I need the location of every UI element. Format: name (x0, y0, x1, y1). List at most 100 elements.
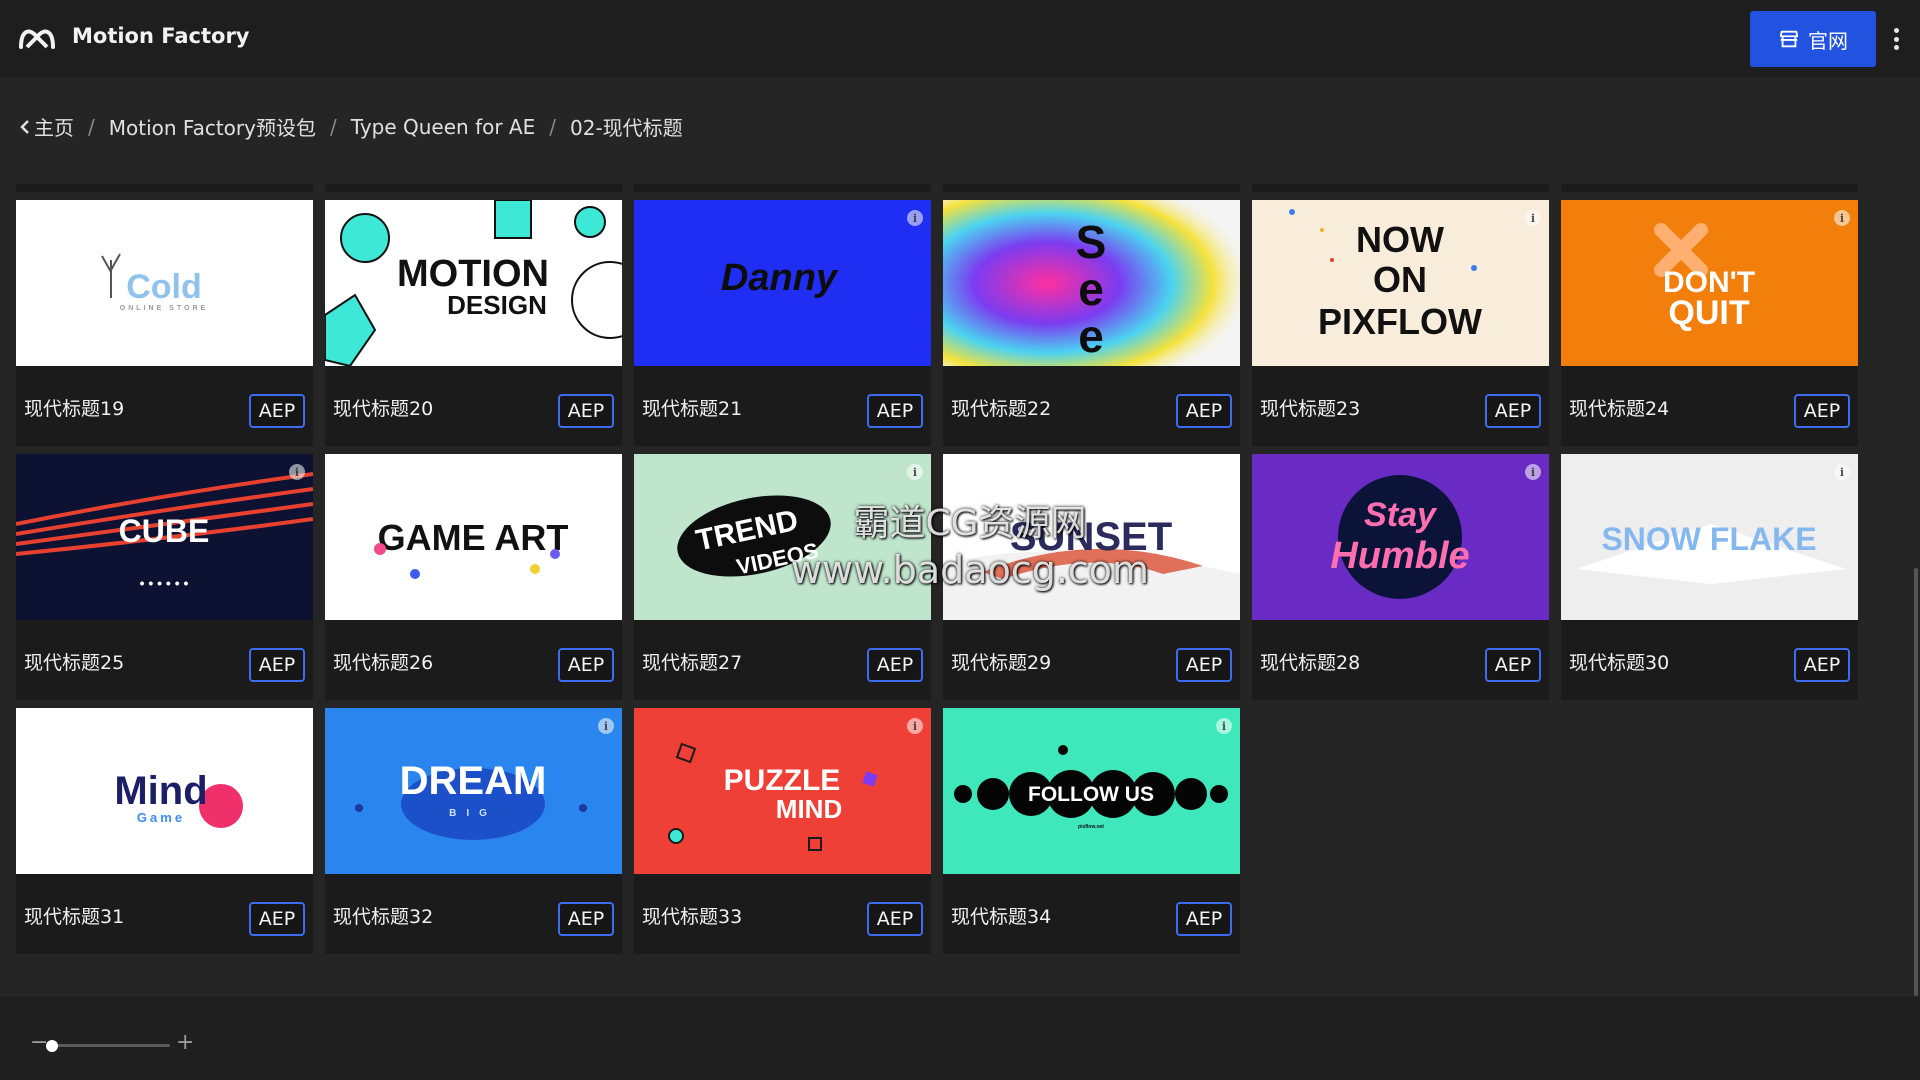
template-thumbnail[interactable]: MOTION DESIGN (325, 200, 622, 366)
scrollbar-thumb[interactable] (1914, 568, 1918, 996)
card-stub (1561, 184, 1858, 192)
card-stub (1252, 184, 1549, 192)
breadcrumb-home[interactable]: 主页 (20, 112, 74, 141)
info-icon[interactable]: i (907, 464, 923, 480)
template-title: 现代标题21 (642, 398, 743, 420)
template-thumbnail[interactable]: SNOW FLAKE (1561, 454, 1858, 620)
svg-text:MIND: MIND (776, 794, 842, 824)
template-card[interactable]: Cold ONLINE STORE 现代标题19 AEP (16, 200, 313, 446)
info-icon[interactable]: i (289, 464, 305, 480)
official-site-button[interactable]: 官网 (1750, 11, 1876, 67)
info-icon[interactable]: i (1216, 718, 1232, 734)
more-menu-icon[interactable] (1886, 24, 1906, 54)
template-title: 现代标题27 (642, 652, 743, 674)
svg-text:Game: Game (137, 810, 185, 825)
template-grid: Cold ONLINE STORE 现代标题19 AEP MOTION DESIGN 现代… (16, 184, 1860, 964)
aep-badge[interactable]: AEP (867, 902, 923, 936)
aep-badge[interactable]: AEP (249, 648, 305, 682)
aep-badge[interactable]: AEP (249, 394, 305, 428)
svg-text:ON: ON (1373, 259, 1427, 300)
card-stub (943, 184, 1240, 192)
template-thumbnail[interactable]: SUNSET (943, 454, 1240, 620)
info-icon[interactable]: i (1525, 210, 1541, 226)
template-thumbnail[interactable]: Danny (634, 200, 931, 366)
aep-badge[interactable]: AEP (558, 902, 614, 936)
template-thumbnail[interactable]: GAME ART (325, 454, 622, 620)
template-card[interactable]: MOTION DESIGN 现代标题20 AEP (325, 200, 622, 446)
template-title: 现代标题32 (333, 906, 434, 928)
svg-text:Danny: Danny (721, 257, 839, 299)
breadcrumb-item-type-queen[interactable]: Type Queen for AE (351, 115, 536, 139)
template-card[interactable]: Mind Game 现代标题31 AEP (16, 708, 313, 954)
aep-badge[interactable]: AEP (1176, 648, 1232, 682)
breadcrumb-separator: / (88, 114, 95, 139)
template-thumbnail[interactable]: Stay Humble (1252, 454, 1549, 620)
template-thumbnail[interactable]: DREAM BIG (325, 708, 622, 874)
aep-badge[interactable]: AEP (1485, 648, 1541, 682)
zoom-in-button[interactable]: + (176, 1032, 194, 1054)
aep-badge[interactable]: AEP (558, 394, 614, 428)
motion-factory-logo-icon (19, 29, 55, 49)
template-thumbnail[interactable]: FOLLOW US pixflow.net (943, 708, 1240, 874)
template-thumbnail[interactable]: Mind Game (16, 708, 313, 874)
breadcrumb-separator: / (549, 114, 556, 139)
template-thumbnail[interactable]: TREND VIDEOS (634, 454, 931, 620)
info-icon[interactable]: i (598, 718, 614, 734)
template-title: 现代标题34 (951, 906, 1052, 928)
template-card[interactable]: Stay Humble i 现代标题28 AEP (1252, 454, 1549, 700)
template-card[interactable]: Danny i 现代标题21 AEP (634, 200, 931, 446)
svg-text:DREAM: DREAM (400, 759, 547, 803)
template-card[interactable]: PUZZLE MIND i 现代标题33 AEP (634, 708, 931, 954)
svg-text:BIG: BIG (449, 808, 497, 819)
template-title: 现代标题26 (333, 652, 434, 674)
template-thumbnail[interactable]: NOW ON PIXFLOW (1252, 200, 1549, 366)
breadcrumb-separator: / (329, 114, 337, 139)
aep-badge[interactable]: AEP (1176, 902, 1232, 936)
info-icon[interactable]: i (1834, 464, 1850, 480)
aep-badge[interactable]: AEP (1176, 394, 1232, 428)
template-thumbnail[interactable]: DON'T QUIT (1561, 200, 1858, 366)
template-card[interactable]: NOW ON PIXFLOW i 现代标题23 AEP (1252, 200, 1549, 446)
template-card[interactable]: DREAM BIG i 现代标题32 AEP (325, 708, 622, 954)
svg-text:Mind: Mind (114, 769, 207, 813)
aep-badge[interactable]: AEP (1794, 648, 1850, 682)
top-bar: Motion Factory 官网 (0, 0, 1920, 77)
template-thumbnail[interactable]: See (943, 200, 1240, 366)
zoom-slider[interactable] (46, 1040, 170, 1052)
template-card[interactable]: SUNSET 现代标题29 AEP (943, 454, 1240, 700)
template-card[interactable]: TREND VIDEOS i 现代标题27 AEP (634, 454, 931, 700)
aep-badge[interactable]: AEP (558, 648, 614, 682)
aep-badge[interactable]: AEP (867, 648, 923, 682)
aep-badge[interactable]: AEP (1485, 394, 1541, 428)
template-card[interactable]: SNOW FLAKE i 现代标题30 AEP (1561, 454, 1858, 700)
aep-badge[interactable]: AEP (867, 394, 923, 428)
aep-badge[interactable]: AEP (249, 902, 305, 936)
svg-text:S: S (1076, 216, 1107, 268)
template-card[interactable]: CUBE • • • • • • i 现代标题25 AEP (16, 454, 313, 700)
template-title: 现代标题30 (1569, 652, 1670, 674)
store-icon (1779, 30, 1799, 48)
template-title: 现代标题28 (1260, 652, 1361, 674)
svg-text:QUIT: QUIT (1668, 294, 1749, 332)
aep-badge[interactable]: AEP (1794, 394, 1850, 428)
svg-text:pixflow.net: pixflow.net (1078, 824, 1104, 830)
template-thumbnail[interactable]: CUBE • • • • • • (16, 454, 313, 620)
template-card[interactable]: Se e 现代标题22 AEP (943, 200, 1240, 446)
info-icon[interactable]: i (1834, 210, 1850, 226)
zoom-slider-handle[interactable] (46, 1040, 58, 1052)
svg-text:PIXFLOW: PIXFLOW (1318, 301, 1482, 342)
template-title: 现代标题33 (642, 906, 743, 928)
info-icon[interactable]: i (907, 210, 923, 226)
svg-text:CUBE: CUBE (119, 513, 210, 549)
template-card[interactable]: DON'T QUIT i 现代标题24 AEP (1561, 200, 1858, 446)
breadcrumb-item-preset-pack[interactable]: Motion Factory预设包 (109, 112, 316, 141)
template-thumbnail[interactable]: PUZZLE MIND (634, 708, 931, 874)
svg-text:ONLINE STORE: ONLINE STORE (120, 305, 208, 312)
svg-text:SUNSET: SUNSET (1010, 515, 1172, 559)
info-icon[interactable]: i (907, 718, 923, 734)
template-card[interactable]: FOLLOW US pixflow.net i 现代标题34 AEP (943, 708, 1240, 954)
svg-text:• • • • • •: • • • • • • (140, 575, 189, 591)
template-card[interactable]: GAME ART 现代标题26 AEP (325, 454, 622, 700)
template-thumbnail[interactable]: Cold ONLINE STORE (16, 200, 313, 366)
info-icon[interactable]: i (1525, 464, 1541, 480)
